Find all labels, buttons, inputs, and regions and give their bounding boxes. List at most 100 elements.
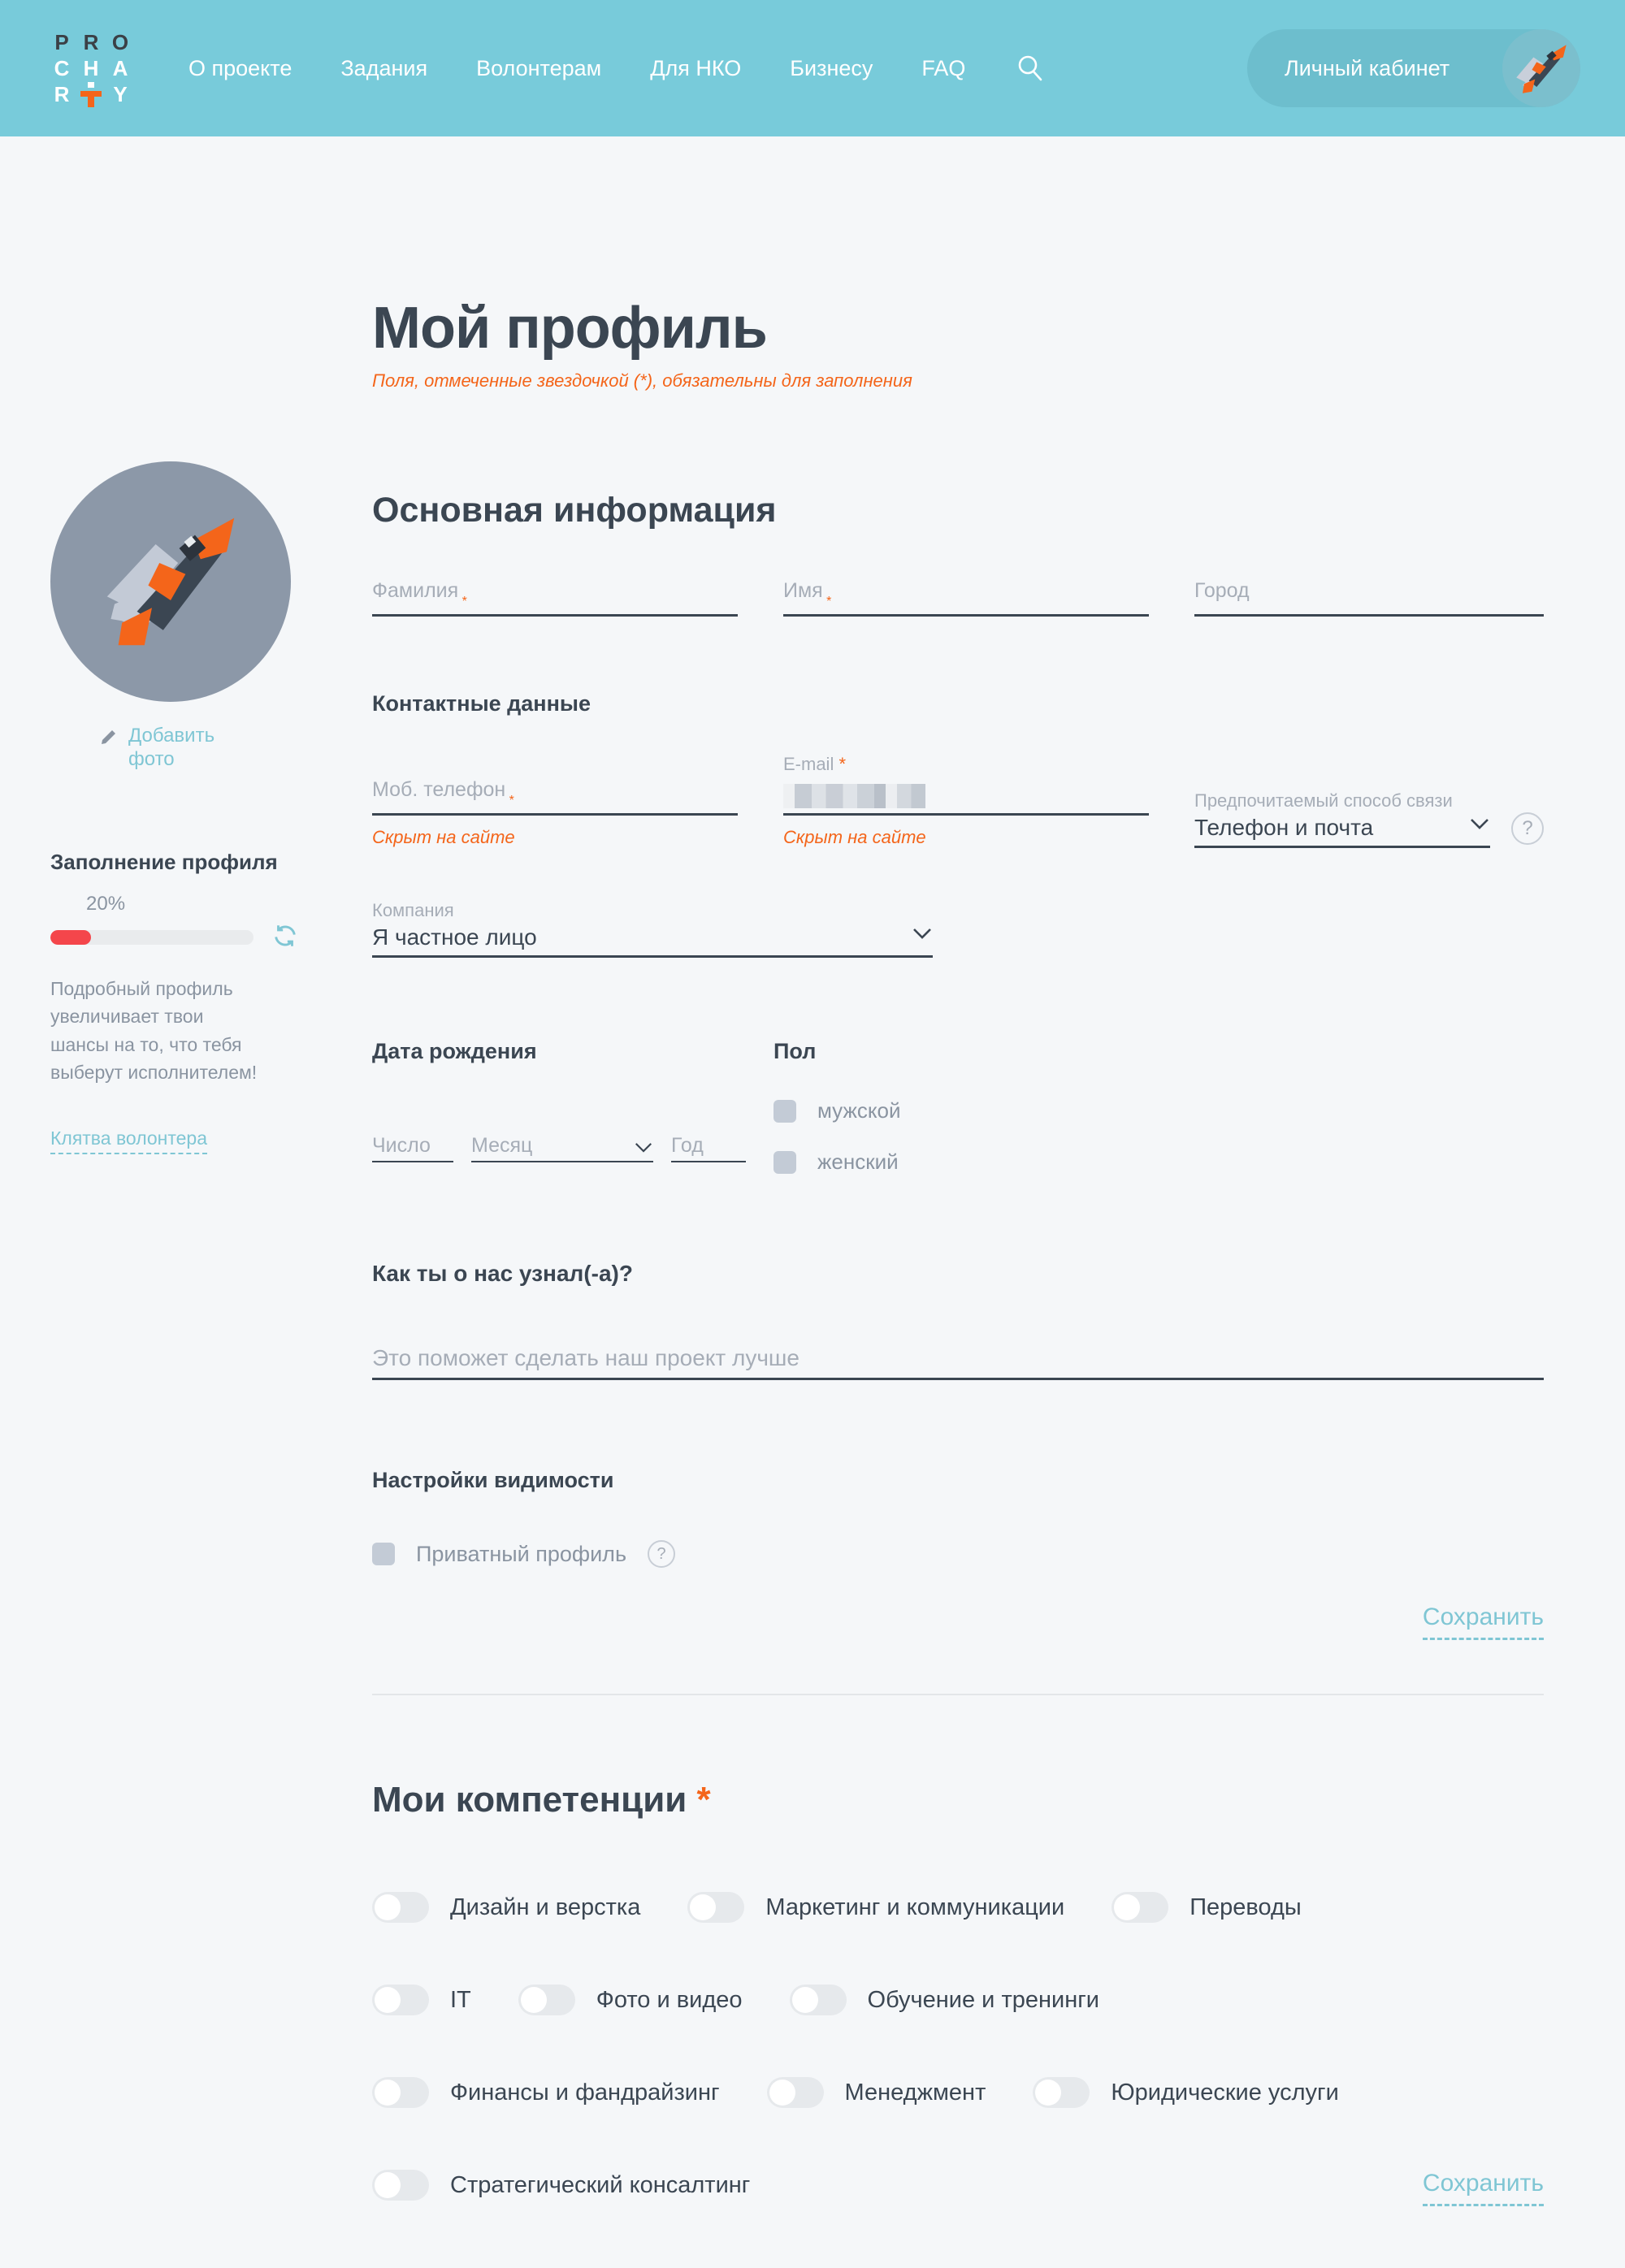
field-phone: Моб. телефон * Скрыт на сайте [372,754,738,848]
add-photo-label: Добавить фото [128,725,215,770]
competency-marketing[interactable]: Маркетинг и коммуникации [687,1892,1064,1923]
company-select[interactable]: Я частное лицо [372,924,933,958]
toggle-switch[interactable] [1033,2077,1090,2108]
competency-label: IT [450,1986,471,2013]
cross-icon [76,81,106,107]
preferred-contact-select[interactable]: Телефон и почта [1194,815,1490,848]
nav-item-faq[interactable]: FAQ [897,56,990,81]
page-body: Добавить фото Заполнение профиля 20% Под… [0,136,1625,2268]
logo-letter-r2: R [54,82,70,106]
dob-year[interactable]: Год [671,1134,746,1162]
competency-it[interactable]: IT [372,1984,471,2015]
gender-heading: Пол [774,1039,817,1063]
toggle-switch[interactable] [372,2077,429,2108]
logo-letter-o: O [111,30,129,54]
competencies-list: Дизайн и верстка Маркетинг и коммуникаци… [372,1892,1544,2206]
logo-letter-c: C [54,56,70,80]
volunteer-oath-link[interactable]: Клятва волонтера [50,1128,208,1154]
date-of-birth-group: Дата рождения Число Месяц Год [372,1039,774,1175]
save-main-info-wrap: Сохранить [372,1604,1544,1640]
lastname-input[interactable]: Фамилия * [372,579,738,617]
phone-input[interactable]: Моб. телефон * [372,778,738,816]
gender-option-female[interactable]: женский [774,1149,1544,1175]
pencil-icon [99,728,119,751]
gender-option-male[interactable]: мужской [774,1098,1544,1123]
checkbox-icon[interactable] [372,1543,395,1565]
lastname-label: Фамилия [372,579,459,602]
competencies-row: Стратегический консалтинг Сохранить [372,2170,1544,2206]
question-mark-icon[interactable]: ? [1511,812,1544,845]
competency-label: Фото и видео [596,1986,743,2013]
required-star: * [458,595,467,608]
chevron-down-icon [1469,817,1490,834]
save-main-info-button[interactable]: Сохранить [1422,1604,1544,1640]
profile-avatar[interactable] [50,461,291,702]
phone-minilabel [372,754,738,778]
profile-form: Мой профиль Поля, отмеченные звездочкой … [372,136,1625,2268]
competency-translations[interactable]: Переводы [1112,1892,1302,1923]
nav-item-tasks[interactable]: Задания [316,56,452,81]
checkbox-icon[interactable] [774,1150,796,1174]
nav-item-volunteers[interactable]: Волонтерам [452,56,626,81]
save-competencies-button[interactable]: Сохранить [1422,2170,1544,2206]
competencies-heading: Мои компетенции * [372,1780,1544,1820]
logo-letter-r: R [83,30,99,54]
add-photo-button[interactable]: Добавить фото [50,725,291,772]
page-subtitle: Поля, отмеченные звездочкой (*), обязате… [372,370,912,391]
site-logo[interactable]: P R O C H A R Y [47,29,135,107]
site-header: P R O C H A R Y О проекте Задания Волонт… [0,0,1625,136]
how-heard-group: Как ты о нас узнал(-а)? Это поможет сдел… [372,1261,1544,1380]
toggle-switch[interactable] [372,2170,429,2201]
private-profile-option[interactable]: Приватный профиль ? [372,1540,1544,1568]
profile-completion-row [50,922,372,954]
logo-letter-p: P [54,30,69,54]
dob-day[interactable]: Число [372,1134,453,1162]
nav-item-about[interactable]: О проекте [164,56,316,81]
toggle-switch[interactable] [1112,1892,1169,1923]
checkbox-icon[interactable] [774,1099,796,1123]
toggle-switch[interactable] [687,1892,745,1923]
city-input[interactable]: Город [1194,579,1544,617]
toggle-switch[interactable] [789,1984,847,2015]
competency-legal[interactable]: Юридические услуги [1033,2077,1339,2108]
competency-management[interactable]: Менеджмент [766,2077,986,2108]
competency-label: Юридические услуги [1111,2079,1339,2106]
dob-month[interactable]: Месяц [471,1134,653,1162]
question-mark-icon[interactable]: ? [648,1540,676,1568]
refresh-icon[interactable] [271,922,299,954]
competency-label: Переводы [1190,1894,1302,1920]
toggle-switch[interactable] [372,1984,429,2015]
field-firstname: Имя * [783,579,1149,617]
field-email: E-mail * Скрыт на сайте [783,754,1149,848]
gender-female-label: женский [817,1149,899,1174]
competency-photo-video[interactable]: Фото и видео [518,1984,743,2015]
phone-hidden-hint: Скрыт на сайте [372,827,515,847]
firstname-input[interactable]: Имя * [783,579,1149,617]
gender-group: Пол мужской женский [774,1039,1544,1175]
competency-label: Маркетинг и коммуникации [765,1894,1065,1920]
how-heard-input[interactable]: Это поможет сделать наш проект лучше [372,1345,1544,1380]
how-heard-heading: Как ты о нас узнал(-а)? [372,1261,633,1286]
email-input[interactable] [783,778,1149,816]
gender-male-label: мужской [817,1098,901,1123]
toggle-switch[interactable] [766,2077,824,2108]
nav-item-business[interactable]: Бизнесу [765,56,897,81]
dob-inputs: Число Месяц Год [372,1134,774,1162]
competency-design[interactable]: Дизайн и верстка [372,1892,640,1923]
profile-sidebar: Добавить фото Заполнение профиля 20% Под… [0,136,372,2268]
chevron-down-icon [634,1141,653,1158]
contacts-row: Моб. телефон * Скрыт на сайте E-mail * С… [372,754,1544,848]
competency-training[interactable]: Обучение и тренинги [789,1984,1099,2015]
nav-item-nko[interactable]: Для НКО [626,56,765,81]
competencies-row: IT Фото и видео Обучение и тренинги [372,1984,1544,2015]
search-icon[interactable] [1014,52,1046,84]
competency-label: Обучение и тренинги [867,1986,1099,2013]
phone-label: Моб. телефон [372,778,506,801]
preferred-contact-value: Телефон и почта [1194,815,1374,840]
competency-strategy[interactable]: Стратегический консалтинг [372,2170,750,2201]
account-button[interactable]: Личный кабинет [1247,29,1580,107]
dob-day-placeholder: Число [372,1134,431,1157]
toggle-switch[interactable] [372,1892,429,1923]
competency-finance[interactable]: Финансы и фандрайзинг [372,2077,720,2108]
toggle-switch[interactable] [518,1984,575,2015]
